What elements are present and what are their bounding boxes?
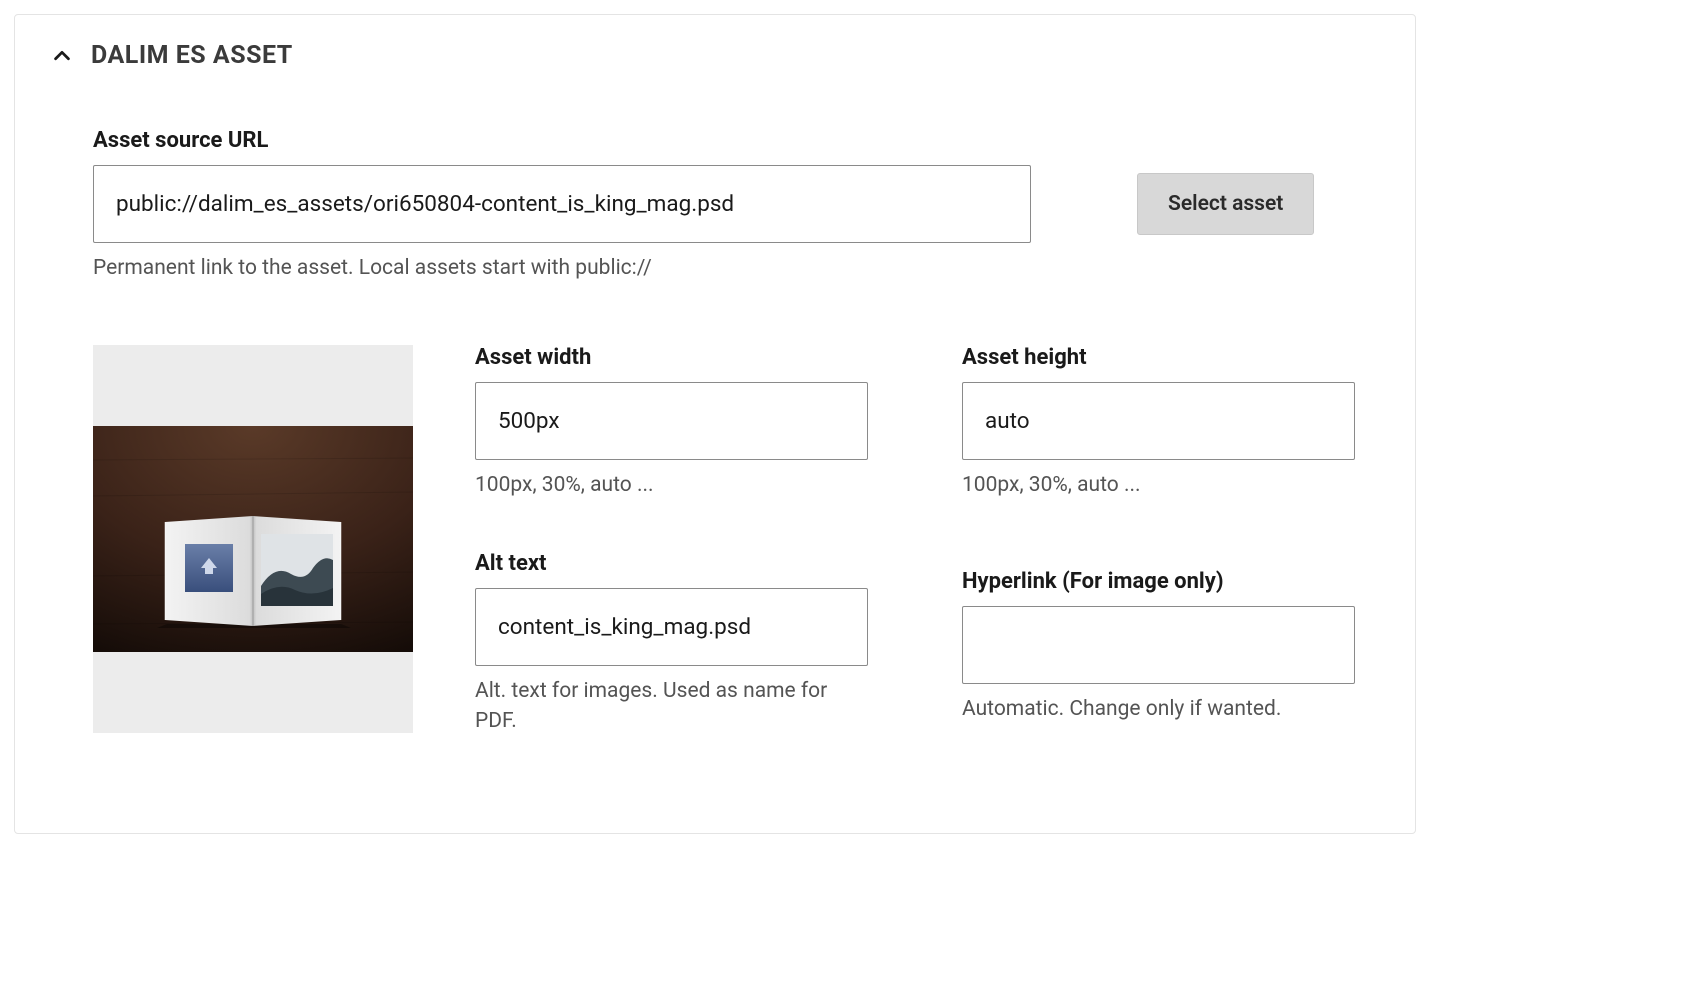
panel-body: Asset source URL Select asset Permanent …	[51, 128, 1379, 737]
asset-width-label: Asset width	[475, 345, 868, 370]
hyperlink-label: Hyperlink (For image only)	[962, 569, 1355, 594]
asset-width-input[interactable]	[475, 382, 868, 460]
chevron-up-icon[interactable]	[51, 45, 73, 67]
asset-height-input[interactable]	[962, 382, 1355, 460]
select-asset-button[interactable]: Select asset	[1137, 173, 1314, 235]
dalim-es-asset-panel: DALIM ES ASSET Asset source URL Select a…	[14, 14, 1416, 834]
panel-header[interactable]: DALIM ES ASSET	[51, 41, 1379, 70]
alt-text-field: Alt text Alt. text for images. Used as n…	[475, 551, 868, 737]
asset-height-label: Asset height	[962, 345, 1355, 370]
asset-height-help: 100px, 30%, auto ...	[962, 470, 1355, 500]
source-url-label: Asset source URL	[93, 128, 1379, 153]
hyperlink-field: Hyperlink (For image only) Automatic. Ch…	[962, 569, 1355, 737]
source-url-help: Permanent link to the asset. Local asset…	[93, 253, 1379, 283]
alt-text-help: Alt. text for images. Used as name for P…	[475, 676, 868, 737]
asset-width-help: 100px, 30%, auto ...	[475, 470, 868, 500]
source-url-input[interactable]	[93, 165, 1031, 243]
asset-preview	[93, 345, 413, 733]
asset-preview-image	[93, 426, 413, 652]
asset-width-field: Asset width 100px, 30%, auto ...	[475, 345, 868, 500]
alt-text-input[interactable]	[475, 588, 868, 666]
asset-height-field: Asset height 100px, 30%, auto ...	[962, 345, 1355, 500]
panel-title: DALIM ES ASSET	[91, 41, 293, 70]
hyperlink-input[interactable]	[962, 606, 1355, 684]
hyperlink-help: Automatic. Change only if wanted.	[962, 694, 1355, 724]
alt-text-label: Alt text	[475, 551, 868, 576]
